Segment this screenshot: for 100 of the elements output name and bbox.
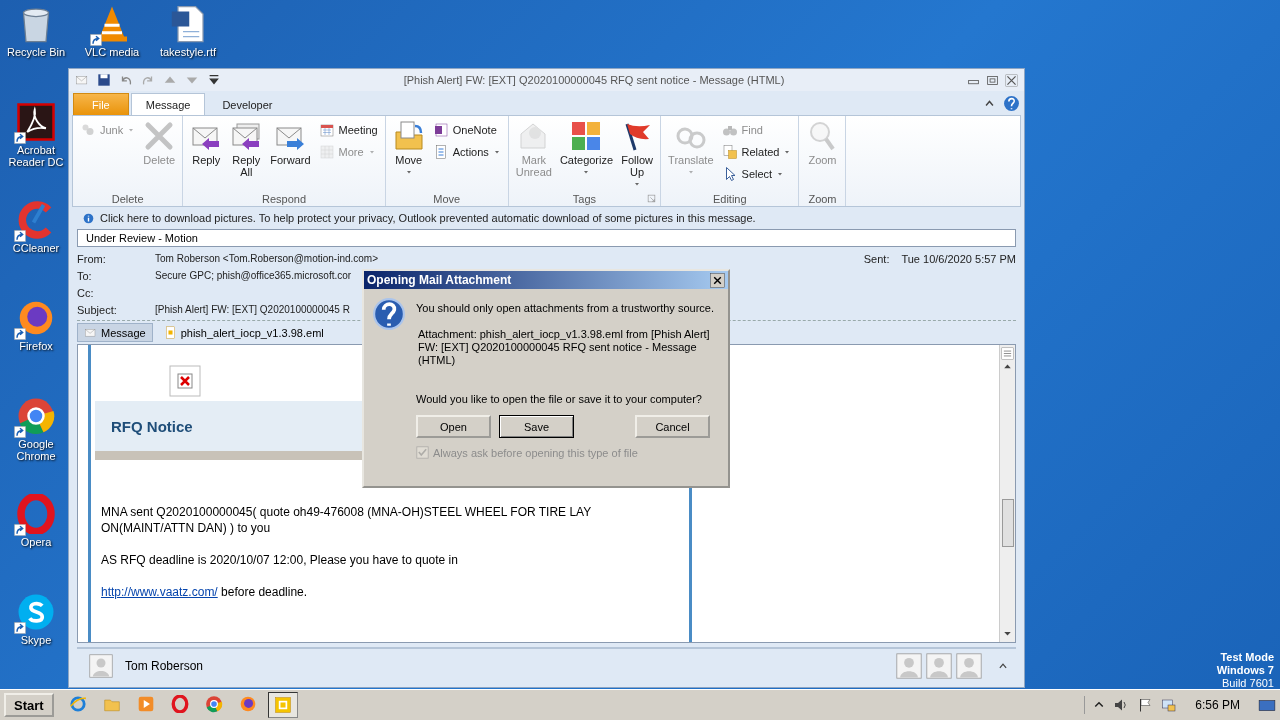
caret-icon xyxy=(783,148,792,156)
dialog-question: Would you like to open the file or save it to your computer? xyxy=(416,393,703,405)
caret-icon xyxy=(686,168,695,176)
expand-icon[interactable] xyxy=(998,661,1008,671)
chrome-icon[interactable] xyxy=(16,396,56,436)
ribbon-group-label: Tags xyxy=(572,192,597,205)
ribbon-button[interactable]: Move xyxy=(389,118,428,178)
junk-icon xyxy=(80,122,96,138)
dialog-button[interactable]: Cancel xyxy=(635,415,710,438)
desktop-icon-label: Recycle Bin xyxy=(6,46,66,58)
chrome-icon xyxy=(204,695,223,713)
scrollbar[interactable] xyxy=(999,345,1015,642)
ribbon-button[interactable]: Forward xyxy=(267,118,314,168)
restore-icon[interactable] xyxy=(986,73,999,87)
ribbon-tab[interactable]: Message xyxy=(130,93,206,115)
link[interactable]: http://www.vaatz.com/ xyxy=(101,585,218,599)
reply-all-icon xyxy=(230,120,263,152)
collapse-ribbon-icon[interactable] xyxy=(984,97,995,109)
firefox-icon xyxy=(238,695,257,713)
caret-icon xyxy=(492,148,501,156)
caret-icon xyxy=(404,168,413,176)
desktop-icon-label: Opera xyxy=(20,536,52,548)
outlook-icon xyxy=(273,696,292,714)
ribbon-button[interactable]: Related xyxy=(718,142,795,162)
ribbon-group-label: Move xyxy=(433,192,461,205)
ribbon-group-label: Delete xyxy=(111,192,144,205)
customize-icon[interactable] xyxy=(207,73,221,87)
folder-icon xyxy=(392,120,425,152)
info-bar[interactable]: Click here to download pictures. To help protect your privacy, Outlook prevented automatic download of some pictures in this message. xyxy=(77,207,1016,229)
calendar-icon xyxy=(318,122,335,138)
info-bar-text: Click here to download pictures. To help protect your privacy, Outlook prevented automatic download of some pictures in this message. xyxy=(100,212,756,224)
desktop-icon-label: Acrobat Reader DC xyxy=(7,144,65,168)
dialog-message: Attachment: phish_alert_iocp_v1.3.98.eml from [Phish Alert] FW: [EXT] Q2020100000045 RFQ sent notice - Message (HTML) xyxy=(417,328,711,367)
ribbon-group-label: Respond xyxy=(261,192,306,205)
ribbon-button[interactable]: OneNote xyxy=(429,120,504,140)
ribbon-button[interactable]: Select xyxy=(718,164,795,184)
envelope-icon xyxy=(84,326,97,339)
ribbon-button[interactable]: Follow Up xyxy=(618,118,657,190)
dialog-button[interactable]: Open xyxy=(416,415,491,438)
desktop-icon-label: VLC media xyxy=(84,46,140,58)
avatar-icon xyxy=(89,654,113,678)
dialog-message: You should only open attachments from a trustworthy source. xyxy=(416,302,715,315)
broken-image-icon xyxy=(169,365,201,397)
system-notice-text: Test Mode xyxy=(1220,651,1274,664)
close-icon[interactable] xyxy=(1005,73,1018,87)
flag-icon[interactable] xyxy=(1137,697,1154,713)
ribbon-group-label: Zoom xyxy=(808,192,837,205)
desktop-icon-label: Skype xyxy=(20,634,52,646)
question-icon xyxy=(372,297,406,331)
checkbox-icon xyxy=(416,446,429,459)
person-name: Tom Roberson xyxy=(125,659,204,673)
start-button[interactable]: Start xyxy=(4,693,54,717)
desktop-icon-label: CCleaner xyxy=(12,242,60,254)
window-title: [Phish Alert] FW: [EXT] Q2020100000045 RFQ sent notice - Message (HTML) xyxy=(402,74,786,86)
attachment-tab[interactable]: phish_alert_iocp_v1.3.98.eml xyxy=(156,323,331,342)
opera-icon xyxy=(170,695,189,713)
internet-explorer-icon xyxy=(68,695,87,713)
network-icon[interactable] xyxy=(1161,697,1178,713)
skype-icon[interactable] xyxy=(16,592,56,632)
save-icon[interactable] xyxy=(97,73,111,87)
caret-icon xyxy=(367,148,376,156)
help-icon[interactable] xyxy=(1003,94,1020,112)
caret-icon xyxy=(633,180,642,188)
ribbon-button[interactable]: Meeting xyxy=(315,120,381,140)
header-value: Tue 10/6/2020 5:57 PM xyxy=(901,252,1016,265)
system-notice-text: Windows 7 xyxy=(1216,664,1274,677)
header-label: From: xyxy=(77,252,107,265)
header-label: Subject: xyxy=(77,303,118,316)
scroll-thumb[interactable] xyxy=(1001,499,1014,547)
dialog-button[interactable]: Save xyxy=(499,415,574,438)
heading-text: RFQ Notice xyxy=(111,417,193,435)
desktop-icon-label: Firefox xyxy=(19,340,53,352)
ribbon-button[interactable]: Actions xyxy=(429,142,504,162)
header-toggle-icon[interactable] xyxy=(1001,347,1014,360)
media-player-icon xyxy=(136,695,155,713)
desktop-icon-label: takestyle.rtf xyxy=(159,46,217,58)
grid-icon xyxy=(318,144,335,160)
dialog-title: Opening Mail Attachment xyxy=(367,273,512,287)
documents-icon xyxy=(721,144,738,160)
header-value: [Phish Alert] FW: [EXT] Q2020100000045 R xyxy=(155,304,350,315)
clock[interactable]: 6:56 PM xyxy=(1195,698,1240,712)
body-paragraph: MNA sent Q2020100000045( quote oh49-476008 (MNA-OH)STEEL WHEEL FOR TIRE LAY ON(MAINT/ATTN DAN) ) to you xyxy=(100,504,593,536)
ribbon-button[interactable]: Categorize xyxy=(556,118,617,178)
opera-icon[interactable] xyxy=(16,494,56,534)
desktop-icon-label: Google Chrome xyxy=(15,438,57,462)
ribbon-tab[interactable]: Developer xyxy=(207,93,288,115)
info-icon xyxy=(83,212,94,224)
ribbon-button[interactable]: Reply xyxy=(187,118,226,168)
ribbon-group-label: Editing xyxy=(712,192,747,205)
ribbon-button[interactable]: Reply All xyxy=(227,118,266,180)
attachment-tab[interactable]: Message xyxy=(77,323,153,342)
header-value: Secure GPC; phish@office365.microsoft.cor xyxy=(155,270,352,281)
close-icon[interactable] xyxy=(710,272,725,288)
caret-icon xyxy=(776,170,785,178)
system-notice-text: Build 7601 xyxy=(1222,677,1274,690)
acrobat-icon[interactable] xyxy=(16,102,56,142)
notebook-icon xyxy=(432,122,449,138)
taskbar-app[interactable] xyxy=(267,692,298,718)
caret-icon xyxy=(582,168,591,176)
caret-icon xyxy=(127,126,136,134)
